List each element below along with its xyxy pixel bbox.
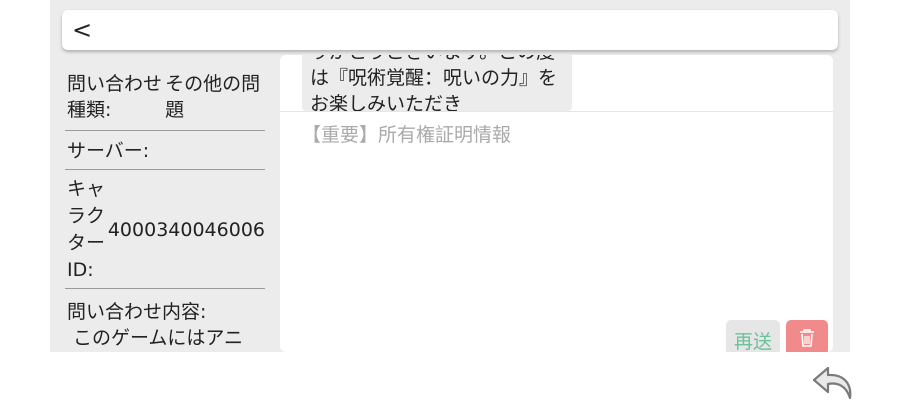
- return-button[interactable]: [812, 362, 860, 406]
- inquiry-content-label: 問い合わせ内容:: [67, 301, 207, 323]
- back-button[interactable]: <: [72, 15, 96, 45]
- character-id-value: 4000340046006: [107, 219, 265, 241]
- chat-area: りがとうございます。この度は『呪術覚醒：呪いの力』をお楽しみいただき 【重要】所…: [280, 55, 833, 352]
- inquiry-type-label: 問い合わせ種類:: [67, 73, 163, 121]
- inquiry-content-row: 問い合わせ内容: このゲームにはアニ: [65, 289, 265, 352]
- inquiry-type-value: その他の問題: [165, 73, 261, 121]
- divider: [280, 111, 833, 112]
- message-input-placeholder[interactable]: 【重要】所有権証明情報: [302, 120, 511, 147]
- message-bubble: りがとうございます。この度は『呪術覚醒：呪いの力』をお楽しみいただき: [302, 55, 572, 111]
- server-row: サーバー:: [65, 131, 265, 170]
- character-id-label: キャラクターID:: [67, 178, 106, 281]
- inquiry-type-row: 問い合わせ種類: その他の問題: [65, 62, 265, 131]
- message-text: りがとうございます。この度は『呪術覚醒：呪いの力』をお楽しみいただき: [310, 55, 558, 111]
- top-bar: <: [62, 10, 838, 50]
- delete-button[interactable]: [786, 320, 828, 352]
- trash-icon: [800, 329, 814, 347]
- inquiry-content-text: このゲームにはアニ: [73, 327, 244, 349]
- resend-button[interactable]: 再送: [726, 320, 780, 352]
- inquiry-info-panel: 問い合わせ種類: その他の問題 サーバー: キャラクターID: 40003400…: [65, 62, 265, 352]
- return-arrow-icon: [812, 366, 852, 400]
- character-id-row: キャラクターID: 4000340046006: [65, 170, 265, 289]
- server-label: サーバー:: [67, 140, 150, 162]
- app-frame: < 問い合わせ種類: その他の問題 サーバー: キャラクターID: 400034…: [50, 0, 850, 352]
